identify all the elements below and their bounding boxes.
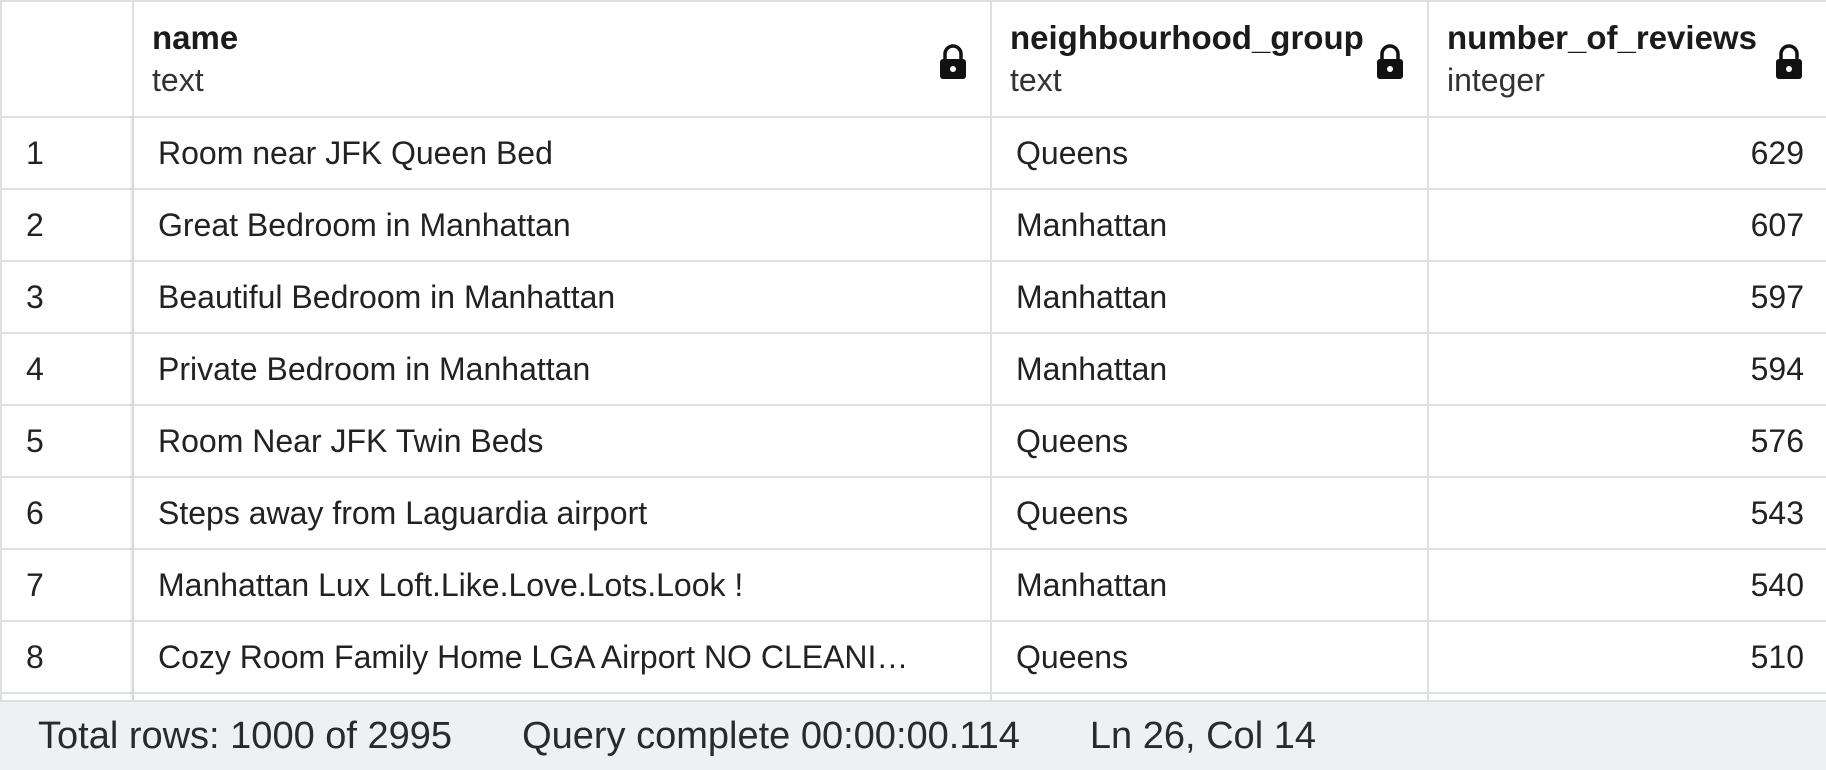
row-number[interactable]: 3: [0, 260, 134, 334]
column-header-name[interactable]: name text: [132, 0, 992, 118]
cell-neighbourhood-group[interactable]: Manhattan: [990, 332, 1429, 406]
table-row[interactable]: 4 Private Bedroom in Manhattan Manhattan…: [0, 332, 1826, 406]
table-row[interactable]: 7 Manhattan Lux Loft.Like.Love.Lots.Look…: [0, 548, 1826, 622]
cell-number-of-reviews[interactable]: 543: [1427, 476, 1826, 550]
column-type: text: [152, 62, 204, 98]
cell-number-of-reviews[interactable]: 629: [1427, 116, 1826, 190]
cell-number-of-reviews[interactable]: 540: [1427, 548, 1826, 622]
row-number[interactable]: 4: [0, 332, 134, 406]
status-bar: Total rows: 1000 of 2995 Query complete …: [0, 700, 1826, 770]
cell-name[interactable]: Room Near JFK Twin Beds: [132, 404, 992, 478]
row-number[interactable]: 6: [0, 476, 134, 550]
cell-name[interactable]: [132, 692, 992, 700]
cell-neighbourhood-group[interactable]: [990, 692, 1429, 700]
cell-name[interactable]: Beautiful Bedroom in Manhattan: [132, 260, 992, 334]
column-header-neighbourhood-group[interactable]: neighbourhood_group text: [990, 0, 1429, 118]
table-row[interactable]: 5 Room Near JFK Twin Beds Queens 576: [0, 404, 1826, 478]
total-rows-status: Total rows: 1000 of 2995: [38, 714, 453, 757]
row-number[interactable]: 1: [0, 116, 134, 190]
cell-neighbourhood-group[interactable]: Queens: [990, 476, 1429, 550]
cell-number-of-reviews[interactable]: 594: [1427, 332, 1826, 406]
cell-name[interactable]: Great Bedroom in Manhattan: [132, 188, 992, 262]
table-row[interactable]: 1 Room near JFK Queen Bed Queens 629: [0, 116, 1826, 190]
column-name: neighbourhood_group: [1010, 19, 1364, 56]
cell-number-of-reviews[interactable]: 576: [1427, 404, 1826, 478]
table-row[interactable]: 6 Steps away from Laguardia airport Quee…: [0, 476, 1826, 550]
cell-number-of-reviews[interactable]: 510: [1427, 620, 1826, 694]
row-number-header[interactable]: [0, 0, 134, 118]
row-number[interactable]: 8: [0, 620, 134, 694]
table-row-partial[interactable]: [0, 692, 1826, 700]
table-row[interactable]: 8 Cozy Room Family Home LGA Airport NO C…: [0, 620, 1826, 694]
cell-neighbourhood-group[interactable]: Manhattan: [990, 188, 1429, 262]
cell-neighbourhood-group[interactable]: Queens: [990, 404, 1429, 478]
column-header-number-of-reviews[interactable]: number_of_reviews integer: [1427, 0, 1826, 118]
column-type: integer: [1447, 62, 1545, 98]
column-name: name: [152, 19, 239, 56]
lock-icon: [1776, 44, 1802, 79]
row-number[interactable]: 5: [0, 404, 134, 478]
row-number[interactable]: [0, 692, 134, 700]
table-row[interactable]: 2 Great Bedroom in Manhattan Manhattan 6…: [0, 188, 1826, 262]
cell-number-of-reviews[interactable]: 607: [1427, 188, 1826, 262]
column-name: number_of_reviews: [1447, 19, 1757, 56]
cell-number-of-reviews[interactable]: [1427, 692, 1826, 700]
table-row[interactable]: 3 Beautiful Bedroom in Manhattan Manhatt…: [0, 260, 1826, 334]
cell-number-of-reviews[interactable]: 597: [1427, 260, 1826, 334]
cell-name[interactable]: Cozy Room Family Home LGA Airport NO CLE…: [132, 620, 992, 694]
cell-name[interactable]: Room near JFK Queen Bed: [132, 116, 992, 190]
cursor-position-status: Ln 26, Col 14: [1089, 714, 1316, 757]
result-grid-container: name text neighbourhood_group text numbe…: [0, 0, 1826, 700]
lock-icon: [1377, 44, 1403, 79]
row-number[interactable]: 2: [0, 188, 134, 262]
cell-neighbourhood-group[interactable]: Queens: [990, 620, 1429, 694]
cell-neighbourhood-group[interactable]: Manhattan: [990, 260, 1429, 334]
result-grid: name text neighbourhood_group text numbe…: [0, 0, 1826, 700]
lock-icon: [940, 44, 966, 79]
column-type: text: [1010, 62, 1062, 98]
row-number[interactable]: 7: [0, 548, 134, 622]
cell-name[interactable]: Steps away from Laguardia airport: [132, 476, 992, 550]
header-row: name text neighbourhood_group text numbe…: [0, 0, 1826, 118]
query-status: Query complete 00:00:00.114: [522, 714, 1020, 757]
cell-neighbourhood-group[interactable]: Queens: [990, 116, 1429, 190]
cell-name[interactable]: Private Bedroom in Manhattan: [132, 332, 992, 406]
cell-neighbourhood-group[interactable]: Manhattan: [990, 548, 1429, 622]
cell-name[interactable]: Manhattan Lux Loft.Like.Love.Lots.Look !: [132, 548, 992, 622]
